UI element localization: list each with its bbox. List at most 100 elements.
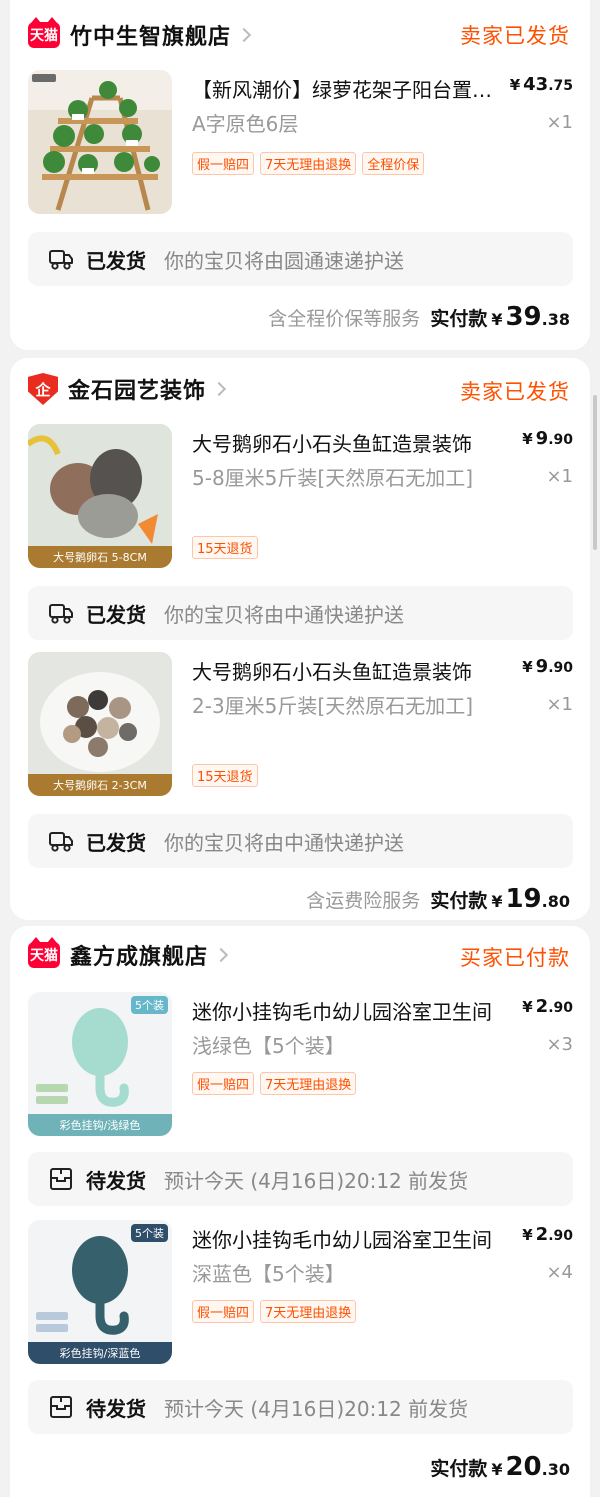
paid-amount: 20 bbox=[505, 1452, 542, 1482]
product-quantity: ×1 bbox=[546, 694, 573, 715]
service-tag: 15天退货 bbox=[192, 536, 258, 559]
product-thumbnail[interactable] bbox=[28, 70, 172, 214]
product-quantity: ×4 bbox=[546, 1262, 573, 1283]
service-tag: 假一赔四 bbox=[192, 152, 255, 175]
shipping-description: 你的宝贝将由中通快递护送 bbox=[164, 830, 404, 855]
product-title[interactable]: 【新风潮价】绿萝花架子阳台置物架 bbox=[192, 74, 492, 103]
shipping-label: 已发货 bbox=[86, 248, 146, 273]
product-title[interactable]: 迷你小挂钩毛巾幼儿园浴室卫生间 bbox=[192, 996, 512, 1025]
thumbnail-tag: 5个装 bbox=[131, 996, 168, 1014]
service-tag: 7天无理由退换 bbox=[260, 1072, 357, 1095]
paid-label: 实付款 bbox=[430, 890, 488, 912]
order-card-3[interactable]: 天猫 鑫方成旗舰店 买家已付款 5个装 彩色挂钩/浅绿色 迷你小挂钩毛巾幼儿园浴… bbox=[10, 926, 590, 1497]
order-card-1[interactable]: 天猫 竹中生智旗舰店 卖家已发货 【新风潮价】绿萝花架子阳台置物架 ¥ 43.7… bbox=[10, 0, 590, 350]
paid-label: 实付款 bbox=[430, 308, 488, 330]
shipping-description: 你的宝贝将由中通快递护送 bbox=[164, 602, 404, 627]
product-sku: 5-8厘米5斤装[天然原石无加工] bbox=[192, 466, 473, 490]
shipping-description: 预计今天 (4月16日)20:12 前发货 bbox=[164, 1396, 469, 1421]
service-tags: 15天退货 bbox=[192, 764, 258, 787]
thumbnail-caption: 彩色挂钩/浅绿色 bbox=[28, 1114, 172, 1136]
plant-rack-image bbox=[28, 70, 172, 214]
shipping-status[interactable]: 已发货 你的宝贝将由中通快递护送 bbox=[28, 814, 573, 868]
shipping-description: 预计今天 (4月16日)20:12 前发货 bbox=[164, 1168, 469, 1193]
service-tag: 假一赔四 bbox=[192, 1300, 255, 1323]
chevron-right-icon bbox=[213, 947, 229, 963]
thumbnail-caption: 彩色挂钩/深蓝色 bbox=[28, 1342, 172, 1364]
product-item[interactable]: 大号鹅卵石 5-8CM 大号鹅卵石小石头鱼缸造景装饰 ¥9.90 5-8厘米5斤… bbox=[28, 424, 573, 570]
product-thumbnail[interactable]: 大号鹅卵石 5-8CM bbox=[28, 424, 172, 568]
scrollbar[interactable] bbox=[593, 395, 597, 550]
thumbnail-caption: 大号鹅卵石 5-8CM bbox=[28, 546, 172, 568]
product-item[interactable]: 大号鹅卵石 2-3CM 大号鹅卵石小石头鱼缸造景装饰 ¥9.90 2-3厘米5斤… bbox=[28, 652, 573, 798]
order-summary: 含运费险服务 实付款 ¥ 19 .80 bbox=[306, 884, 570, 914]
order-summary: 含全程价保等服务 实付款 ¥ 39 .38 bbox=[268, 302, 570, 332]
order-status: 卖家已发货 bbox=[460, 380, 570, 404]
product-thumbnail[interactable]: 大号鹅卵石 2-3CM bbox=[28, 652, 172, 796]
product-thumbnail[interactable]: 5个装 彩色挂钩/浅绿色 bbox=[28, 992, 172, 1136]
chevron-right-icon bbox=[211, 381, 227, 397]
thumbnail-caption: 大号鹅卵石 2-3CM bbox=[28, 774, 172, 796]
service-tag: 假一赔四 bbox=[192, 1072, 255, 1095]
service-tags: 假一赔四 7天无理由退换 bbox=[192, 1300, 357, 1323]
shipping-label: 待发货 bbox=[86, 1396, 146, 1421]
service-tag: 15天退货 bbox=[192, 764, 258, 787]
product-sku: 2-3厘米5斤装[天然原石无加工] bbox=[192, 694, 473, 718]
product-quantity: ×3 bbox=[546, 1034, 573, 1055]
service-tags: 15天退货 bbox=[192, 536, 258, 559]
truck-icon bbox=[49, 832, 73, 852]
product-title[interactable]: 大号鹅卵石小石头鱼缸造景装饰 bbox=[192, 656, 512, 685]
product-thumbnail[interactable]: 5个装 彩色挂钩/深蓝色 bbox=[28, 1220, 172, 1364]
truck-icon bbox=[49, 250, 73, 270]
paid-amount: 39 bbox=[505, 302, 542, 332]
service-tag: 7天无理由退换 bbox=[260, 1300, 357, 1323]
tmall-badge-icon: 天猫 bbox=[28, 17, 60, 48]
tmall-badge-icon: 天猫 bbox=[28, 937, 60, 968]
product-price: ¥9.90 bbox=[522, 428, 573, 449]
shipping-status[interactable]: 已发货 你的宝贝将由圆通速递护送 bbox=[28, 232, 573, 286]
service-tag: 全程价保 bbox=[362, 152, 425, 175]
shipping-label: 已发货 bbox=[86, 602, 146, 627]
shipping-description: 你的宝贝将由圆通速递护送 bbox=[164, 248, 404, 273]
store-name[interactable]: 鑫方成旗舰店 bbox=[70, 939, 208, 971]
order-card-2[interactable]: 企 金石园艺装饰 卖家已发货 大号鹅卵石 5-8CM 大号鹅卵石小石头鱼缸造景装… bbox=[10, 358, 590, 920]
store-name[interactable]: 金石园艺装饰 bbox=[68, 373, 206, 405]
service-tags: 假一赔四 7天无理由退换 bbox=[192, 1072, 357, 1095]
product-title[interactable]: 迷你小挂钩毛巾幼儿园浴室卫生间 bbox=[192, 1224, 512, 1253]
product-sku: A字原色6层 bbox=[192, 112, 299, 136]
truck-icon bbox=[49, 604, 73, 624]
order-summary: 实付款 ¥ 20 .30 bbox=[430, 1452, 570, 1482]
product-quantity: ×1 bbox=[546, 466, 573, 487]
shipping-label: 待发货 bbox=[86, 1168, 146, 1193]
thumbnail-tag: 5个装 bbox=[131, 1224, 168, 1242]
store-header[interactable]: 天猫 竹中生智旗舰店 bbox=[28, 17, 252, 52]
paid-amount: 19 bbox=[505, 884, 542, 914]
product-item[interactable]: 【新风潮价】绿萝花架子阳台置物架 ¥43.75 A字原色6层 ×1 假一赔四 7… bbox=[28, 70, 573, 216]
store-name[interactable]: 竹中生智旗舰店 bbox=[70, 19, 231, 51]
store-header[interactable]: 企 金石园艺装饰 bbox=[28, 372, 227, 406]
package-icon bbox=[50, 1396, 72, 1418]
product-price: ¥43.75 bbox=[509, 74, 573, 95]
shipping-status[interactable]: 待发货 预计今天 (4月16日)20:12 前发货 bbox=[28, 1152, 573, 1206]
product-sku: 深蓝色【5个装】 bbox=[192, 1262, 345, 1286]
order-status: 卖家已发货 bbox=[460, 24, 570, 48]
product-item[interactable]: 5个装 彩色挂钩/深蓝色 迷你小挂钩毛巾幼儿园浴室卫生间 ¥2.90 深蓝色【5… bbox=[28, 1220, 573, 1366]
shipping-status[interactable]: 已发货 你的宝贝将由中通快递护送 bbox=[28, 586, 573, 640]
order-status: 买家已付款 bbox=[460, 946, 570, 970]
package-icon bbox=[50, 1168, 72, 1190]
product-sku: 浅绿色【5个装】 bbox=[192, 1034, 345, 1058]
enterprise-badge-icon: 企 bbox=[28, 373, 58, 405]
service-tags: 假一赔四 7天无理由退换 全程价保 bbox=[192, 152, 425, 175]
product-price: ¥9.90 bbox=[522, 656, 573, 677]
product-title[interactable]: 大号鹅卵石小石头鱼缸造景装饰 bbox=[192, 428, 512, 457]
included-services: 含全程价保等服务 bbox=[268, 308, 421, 330]
store-header[interactable]: 天猫 鑫方成旗舰店 bbox=[28, 937, 229, 972]
shipping-status[interactable]: 待发货 预计今天 (4月16日)20:12 前发货 bbox=[28, 1380, 573, 1434]
product-price: ¥2.90 bbox=[522, 1224, 573, 1245]
included-services: 含运费险服务 bbox=[306, 890, 421, 912]
chevron-right-icon bbox=[236, 27, 252, 43]
product-quantity: ×1 bbox=[546, 112, 573, 133]
service-tag: 7天无理由退换 bbox=[260, 152, 357, 175]
shipping-label: 已发货 bbox=[86, 830, 146, 855]
product-price: ¥2.90 bbox=[522, 996, 573, 1017]
product-item[interactable]: 5个装 彩色挂钩/浅绿色 迷你小挂钩毛巾幼儿园浴室卫生间 ¥2.90 浅绿色【5… bbox=[28, 992, 573, 1138]
